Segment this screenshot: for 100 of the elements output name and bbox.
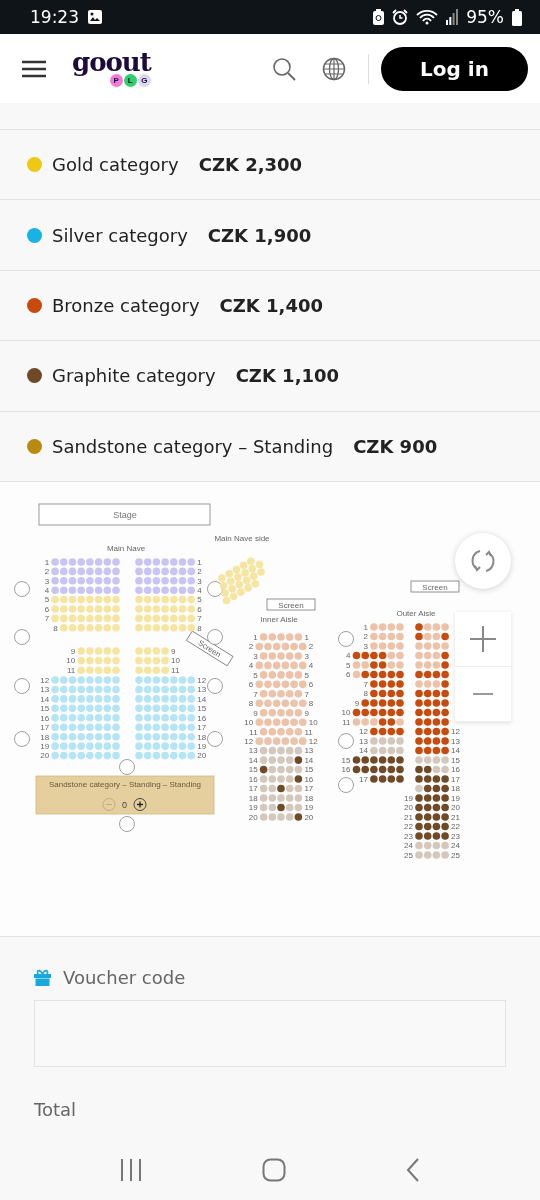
row-number: 7 [44,614,50,624]
row-number: 1 [304,632,309,642]
row-number: 13 [451,736,460,746]
row-number: 4 [44,585,50,595]
row-number: 15 [40,704,50,714]
row-number: 11 [66,665,76,675]
row-number: 14 [359,746,368,756]
row-number: 12 [244,736,254,746]
row-number: 16 [248,774,258,784]
section-title: Outer Aisle [396,608,436,618]
row-number: 13 [197,685,207,695]
row-number: 6 [346,670,351,680]
row-number: 9 [70,646,76,656]
row-number: 21 [404,812,413,822]
row-number: 21 [451,812,460,822]
row-number: 15 [248,765,258,775]
row-number: 11 [171,665,180,675]
row-number: 17 [197,723,207,732]
row-number: 13 [40,685,50,695]
row-number: 19 [304,803,314,813]
row-number: 3 [304,651,309,661]
clock: 19:23 [30,7,79,27]
row-number: 16 [197,713,207,723]
row-number: 8 [308,699,314,709]
row-number: 15 [451,755,460,765]
total-label: Total [34,1098,78,1120]
row-number: 16 [451,765,460,775]
row-number: 16 [40,713,50,723]
row-number: 20 [451,803,460,813]
row-number: 5 [197,595,202,605]
row-number: 13 [248,746,258,756]
row-number: 11 [342,717,351,727]
row-number: 10 [244,718,254,727]
ticket-count: 0 [122,799,127,810]
category-name: Silver category [52,224,188,246]
category-price: CZK 2,300 [198,154,303,176]
row-number: 16 [304,774,314,784]
row-number: 7 [363,679,368,689]
row-number: 19 [248,803,258,813]
row-number: 18 [451,784,460,794]
row-number: 17 [40,723,50,732]
row-number: 14 [304,755,314,765]
logo-badge: P [109,73,123,87]
login-button[interactable]: Log in [381,46,528,91]
row-number: 15 [197,704,207,714]
row-number: 2 [197,567,202,577]
row-number: 7 [253,689,258,699]
row-number: 3 [363,641,368,651]
row-number: 25 [451,850,460,860]
category-price: CZK 900 [353,435,438,457]
row-number: 20 [304,812,314,822]
row-number: 23 [404,831,413,841]
row-number: 7 [304,689,309,699]
row-number: 25 [404,850,413,860]
row-number: 16 [341,765,351,775]
row-number: 6 [248,680,254,690]
row-number: 20 [40,751,50,761]
row-number: 18 [197,732,207,742]
category-price: CZK 1,100 [235,365,340,387]
row-number: 2 [363,632,368,642]
row-number: 24 [404,841,413,851]
row-number: 10 [171,656,180,666]
row-number: 15 [341,755,351,765]
row-number: 10 [66,656,76,666]
stage-label: Stage [113,509,137,520]
row-number: 5 [346,660,351,670]
category-name: Sandstone category – Standing [52,435,334,457]
row-number: 8 [363,689,368,699]
row-number: 10 [341,708,351,718]
row-number: 4 [346,651,351,661]
row-number: 3 [44,576,50,586]
row-number: 18 [40,732,50,742]
section-title: Main Nave [106,543,146,553]
row-number: 4 [248,661,254,671]
row-number: 17 [304,784,314,794]
row-number: 9 [304,708,309,718]
row-number: 8 [248,699,254,709]
row-number: 12 [451,727,460,737]
row-number: 20 [197,751,207,761]
row-number: 20 [248,812,258,822]
row-number: 6 [197,604,202,614]
row-number: 14 [40,694,50,704]
row-number: 14 [197,694,207,704]
section-title: Inner Aisle [260,614,298,624]
row-number: 18 [304,793,314,803]
row-number: 13 [359,736,368,746]
logo-badge: G [137,73,151,87]
row-number: 11 [304,727,313,737]
row-number: 2 [44,567,50,577]
screen-label: Screen [278,600,304,610]
row-number: 19 [40,741,50,751]
battery-percent: 95% [466,7,504,27]
category-price: CZK 1,400 [219,294,323,316]
row-number: 19 [404,793,413,803]
row-number: 7 [197,614,202,624]
row-number: 14 [248,755,258,765]
row-number: 1 [363,622,368,632]
row-number: 1 [253,632,258,642]
row-number: 4 [197,585,202,595]
row-number: 20 [404,803,413,813]
